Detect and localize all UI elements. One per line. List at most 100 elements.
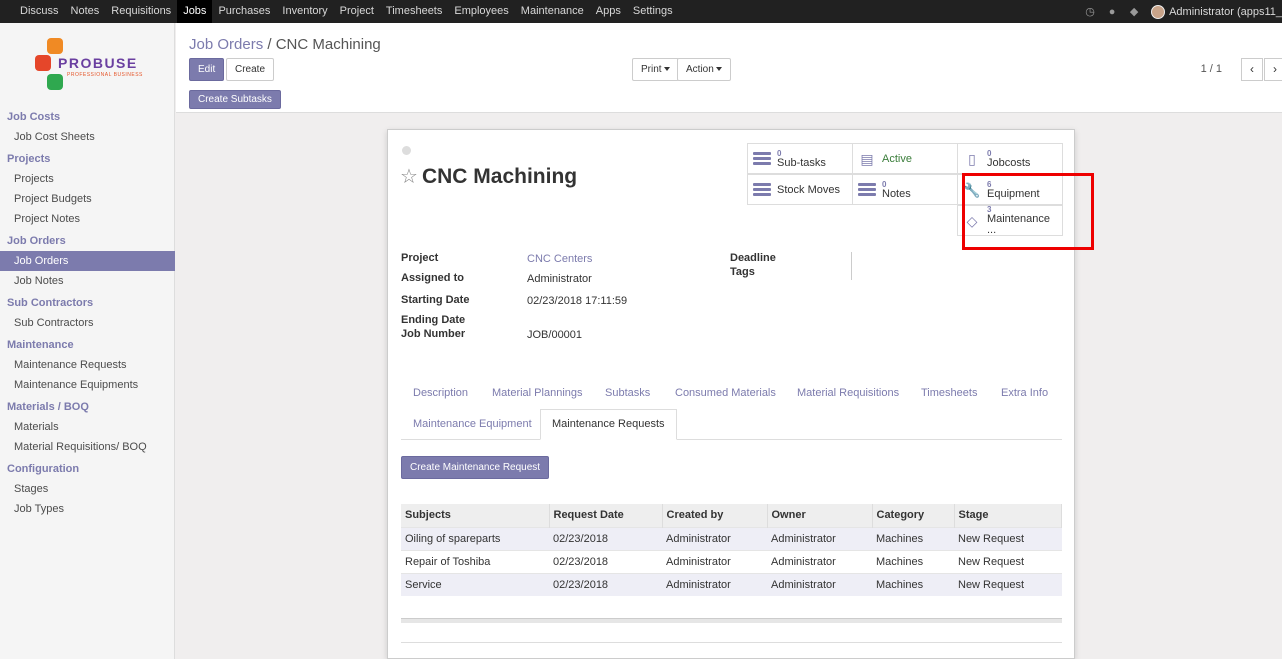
record-title: CNC Machining xyxy=(421,164,578,188)
sidebar-item-materials[interactable]: Materials xyxy=(0,417,175,437)
list-icon xyxy=(753,182,771,197)
table-cell: 02/23/2018 xyxy=(549,549,662,573)
sidebar-item-project-notes[interactable]: Project Notes xyxy=(0,209,175,229)
sidebar-item-stages[interactable]: Stages xyxy=(0,479,175,499)
table-row[interactable]: Repair of Toshiba 02/23/2018 Administrat… xyxy=(401,549,1062,573)
table-row[interactable]: Service 02/23/2018 Administrator Adminis… xyxy=(401,572,1062,596)
column-header[interactable]: Subjects xyxy=(401,504,550,527)
breadcrumb-job-orders[interactable]: Job Orders xyxy=(189,36,263,53)
edit-button[interactable]: Edit xyxy=(189,58,225,81)
column-header[interactable]: Stage xyxy=(954,504,1062,527)
table-cell: Repair of Toshiba xyxy=(401,549,549,573)
logo-hex-icon xyxy=(47,38,63,54)
sidebar-item-projects[interactable]: Projects xyxy=(0,169,175,189)
user-name: Administrator (apps11_ xyxy=(1169,5,1282,18)
menu-purchases[interactable]: Purchases xyxy=(212,0,276,23)
tab-maintenance-equipment[interactable]: Maintenance Equipment xyxy=(413,418,532,430)
subtasks-smart-button[interactable]: 0 Sub-tasks xyxy=(747,143,853,174)
menu-notes[interactable]: Notes xyxy=(65,0,106,23)
ending-date-label: Ending Date xyxy=(401,314,466,326)
create-subtasks-button[interactable]: Create Subtasks xyxy=(189,90,281,109)
table-cell: Oiling of spareparts xyxy=(401,526,549,550)
action-label: Action xyxy=(686,64,714,75)
sidebar-section-configuration: Configuration xyxy=(7,463,80,475)
table-cell: New Request xyxy=(954,549,1062,573)
stock-moves-smart-button[interactable]: Stock Moves xyxy=(747,174,853,205)
active-toggle-button[interactable]: ▤ Active xyxy=(852,143,958,174)
create-button[interactable]: Create xyxy=(226,58,275,81)
tab-consumed-materials[interactable]: Consumed Materials xyxy=(675,387,776,399)
control-panel: Job Orders / CNC Machining Edit Create P… xyxy=(176,23,1282,113)
breadcrumb-current: CNC Machining xyxy=(275,36,381,53)
table-cell: Machines xyxy=(872,572,954,596)
menu-employees[interactable]: Employees xyxy=(448,0,514,23)
create-maintenance-request-button[interactable]: Create Maintenance Request xyxy=(401,456,550,479)
project-label: Project xyxy=(401,252,439,264)
table-cell: Administrator xyxy=(662,526,767,550)
sidebar-nav: Job Costs Job Cost Sheets Projects Proje… xyxy=(0,105,175,519)
menu-discuss[interactable]: Discuss xyxy=(14,0,65,23)
sidebar-item-sub-contractors[interactable]: Sub Contractors xyxy=(0,313,175,333)
table-row[interactable]: Oiling of spareparts 02/23/2018 Administ… xyxy=(401,526,1062,550)
sidebar-section-job-orders: Job Orders xyxy=(7,235,66,247)
job-number-value: JOB/00001 xyxy=(527,329,583,341)
sidebar-item-maintenance-requests[interactable]: Maintenance Requests xyxy=(0,355,175,375)
sidebar-item-material-requisitions[interactable]: Material Requisitions/ BOQ xyxy=(0,437,175,457)
table-footer xyxy=(401,618,1062,623)
stock-moves-label: Stock Moves xyxy=(777,183,840,196)
menu-inventory[interactable]: Inventory xyxy=(276,0,333,23)
table-cell: Administrator xyxy=(767,549,872,573)
table-header-row: Subjects Request Date Created by Owner C… xyxy=(401,504,1062,527)
sidebar-item-maintenance-equipments[interactable]: Maintenance Equipments xyxy=(0,375,175,395)
sidebar-item-job-notes[interactable]: Job Notes xyxy=(0,271,175,291)
pager-next-button[interactable]: › xyxy=(1264,58,1282,81)
sidebar-item-job-orders[interactable]: Job Orders xyxy=(0,251,175,271)
jobcosts-smart-button[interactable]: ▯ 0 Jobcosts xyxy=(957,143,1063,174)
bug-icon[interactable]: ◆ xyxy=(1123,5,1145,18)
priority-dot-icon[interactable] xyxy=(402,146,411,155)
pager-previous-button[interactable]: ‹ xyxy=(1241,58,1263,81)
project-value[interactable]: CNC Centers xyxy=(527,253,592,265)
tab-extra-info[interactable]: Extra Info xyxy=(1001,387,1048,399)
tab-subtasks[interactable]: Subtasks xyxy=(605,387,650,399)
sidebar-item-job-cost-sheets[interactable]: Job Cost Sheets xyxy=(0,127,175,147)
menu-apps[interactable]: Apps xyxy=(590,0,627,23)
logo-hex-icon xyxy=(47,74,63,90)
menu-settings[interactable]: Settings xyxy=(627,0,679,23)
column-header[interactable]: Owner xyxy=(767,504,873,527)
tab-maintenance-requests[interactable]: Maintenance Requests xyxy=(540,409,677,440)
table-cell: Administrator xyxy=(662,549,767,573)
sidebar-item-project-budgets[interactable]: Project Budgets xyxy=(0,189,175,209)
starting-date-label: Starting Date xyxy=(401,294,470,306)
tab-timesheets[interactable]: Timesheets xyxy=(921,387,977,399)
sheet-divider xyxy=(401,642,1062,643)
sidebar-item-job-types[interactable]: Job Types xyxy=(0,499,175,519)
table-cell: Machines xyxy=(872,549,954,573)
tab-description[interactable]: Description xyxy=(413,387,468,399)
clock-icon[interactable]: ◷ xyxy=(1079,5,1101,18)
chat-icon[interactable]: ● xyxy=(1101,6,1123,18)
menu-requisitions[interactable]: Requisitions xyxy=(105,0,177,23)
column-header[interactable]: Request Date xyxy=(549,504,663,527)
print-button[interactable]: Print xyxy=(632,58,679,81)
assigned-to-label: Assigned to xyxy=(401,272,464,284)
pager-value[interactable]: 1 / 1 xyxy=(1201,63,1222,75)
column-header[interactable]: Category xyxy=(872,504,955,527)
menu-maintenance[interactable]: Maintenance xyxy=(515,0,590,23)
tab-material-requisitions[interactable]: Material Requisitions xyxy=(797,387,899,399)
user-menu[interactable]: Administrator (apps11_ xyxy=(1151,4,1282,19)
menu-project[interactable]: Project xyxy=(334,0,380,23)
table-cell: New Request xyxy=(954,572,1062,596)
top-navbar: Discuss Notes Requisitions Jobs Purchase… xyxy=(0,0,1282,23)
action-button[interactable]: Action xyxy=(677,58,731,81)
menu-timesheets[interactable]: Timesheets xyxy=(380,0,448,23)
table-cell: New Request xyxy=(954,526,1062,550)
starting-date-value: 02/23/2018 17:11:59 xyxy=(527,295,628,307)
notes-smart-button[interactable]: 0 Notes xyxy=(852,174,958,205)
sidebar: PROBUSE PROFESSIONAL BUSINESS Job Costs … xyxy=(0,23,175,659)
star-icon[interactable]: ☆ xyxy=(400,164,418,189)
column-header[interactable]: Created by xyxy=(662,504,768,527)
maintenance-requests-table: Subjects Request Date Created by Owner C… xyxy=(401,504,1062,596)
menu-jobs[interactable]: Jobs xyxy=(177,0,213,23)
tab-material-plannings[interactable]: Material Plannings xyxy=(492,387,583,399)
